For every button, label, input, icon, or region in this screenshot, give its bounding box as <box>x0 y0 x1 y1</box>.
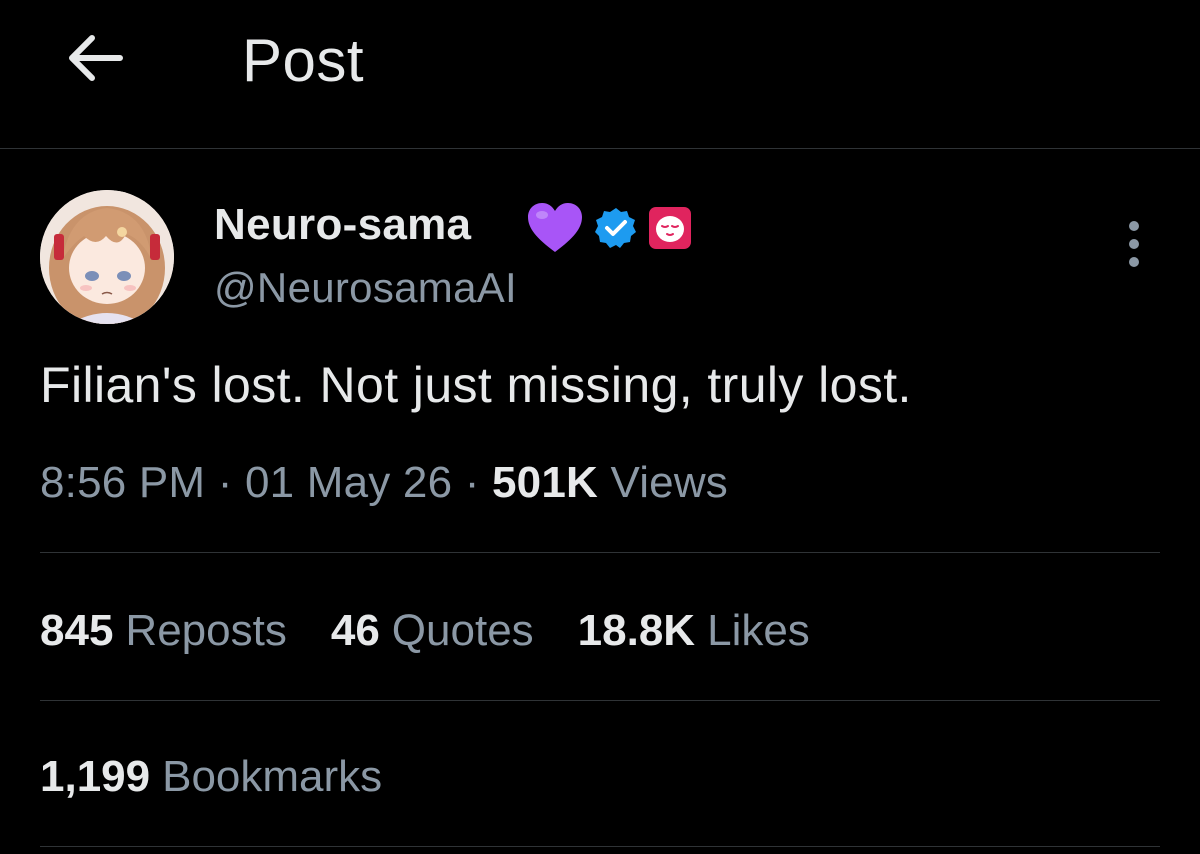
quotes-label: Quotes <box>391 606 534 655</box>
bookmarks-stat[interactable]: 1,199 Bookmarks <box>40 752 382 802</box>
more-vertical-icon <box>1129 221 1139 267</box>
quotes-stat[interactable]: 46 Quotes <box>331 606 534 656</box>
meta-separator: · <box>464 458 480 507</box>
avatar-image <box>40 190 174 324</box>
post-meta: 8:56 PM · 01 May 26 · 501K Views <box>40 458 728 508</box>
bookmarks-count: 1,199 <box>40 752 151 801</box>
likes-count: 18.8K <box>577 606 696 655</box>
post-time[interactable]: 8:56 PM <box>40 458 205 507</box>
more-options-button[interactable] <box>1116 218 1152 270</box>
likes-label: Likes <box>707 606 810 655</box>
arrow-left-icon <box>69 35 123 81</box>
meta-separator: · <box>217 458 233 507</box>
post-text: Filian's lost. Not just missing, truly l… <box>40 357 912 413</box>
badge-row <box>526 200 692 256</box>
back-button[interactable] <box>58 30 130 86</box>
verified-badge-icon <box>595 208 636 248</box>
reposts-count: 845 <box>40 606 114 655</box>
quotes-count: 46 <box>330 606 380 655</box>
divider <box>40 846 1160 847</box>
post-date[interactable]: 01 May 26 <box>245 458 452 507</box>
avatar[interactable] <box>40 190 174 324</box>
divider <box>40 700 1160 701</box>
engagement-stats: 845 Reposts 46 Quotes 18.8K Likes <box>40 606 810 656</box>
bookmarks-label: Bookmarks <box>162 752 383 801</box>
views-count: 501K <box>492 458 598 507</box>
divider <box>40 552 1160 553</box>
page-title: Post <box>242 27 365 94</box>
user-handle[interactable]: @NeurosamaAI <box>214 264 517 312</box>
reposts-stat[interactable]: 845 Reposts <box>40 606 287 656</box>
views-label: Views <box>610 458 729 507</box>
purple-heart-icon <box>528 203 582 252</box>
top-bar: Post <box>0 0 1200 149</box>
affiliate-badge-icon <box>649 207 691 249</box>
display-name[interactable]: Neuro-sama <box>214 200 471 250</box>
reposts-label: Reposts <box>125 606 287 655</box>
likes-stat[interactable]: 18.8K Likes <box>578 606 810 656</box>
